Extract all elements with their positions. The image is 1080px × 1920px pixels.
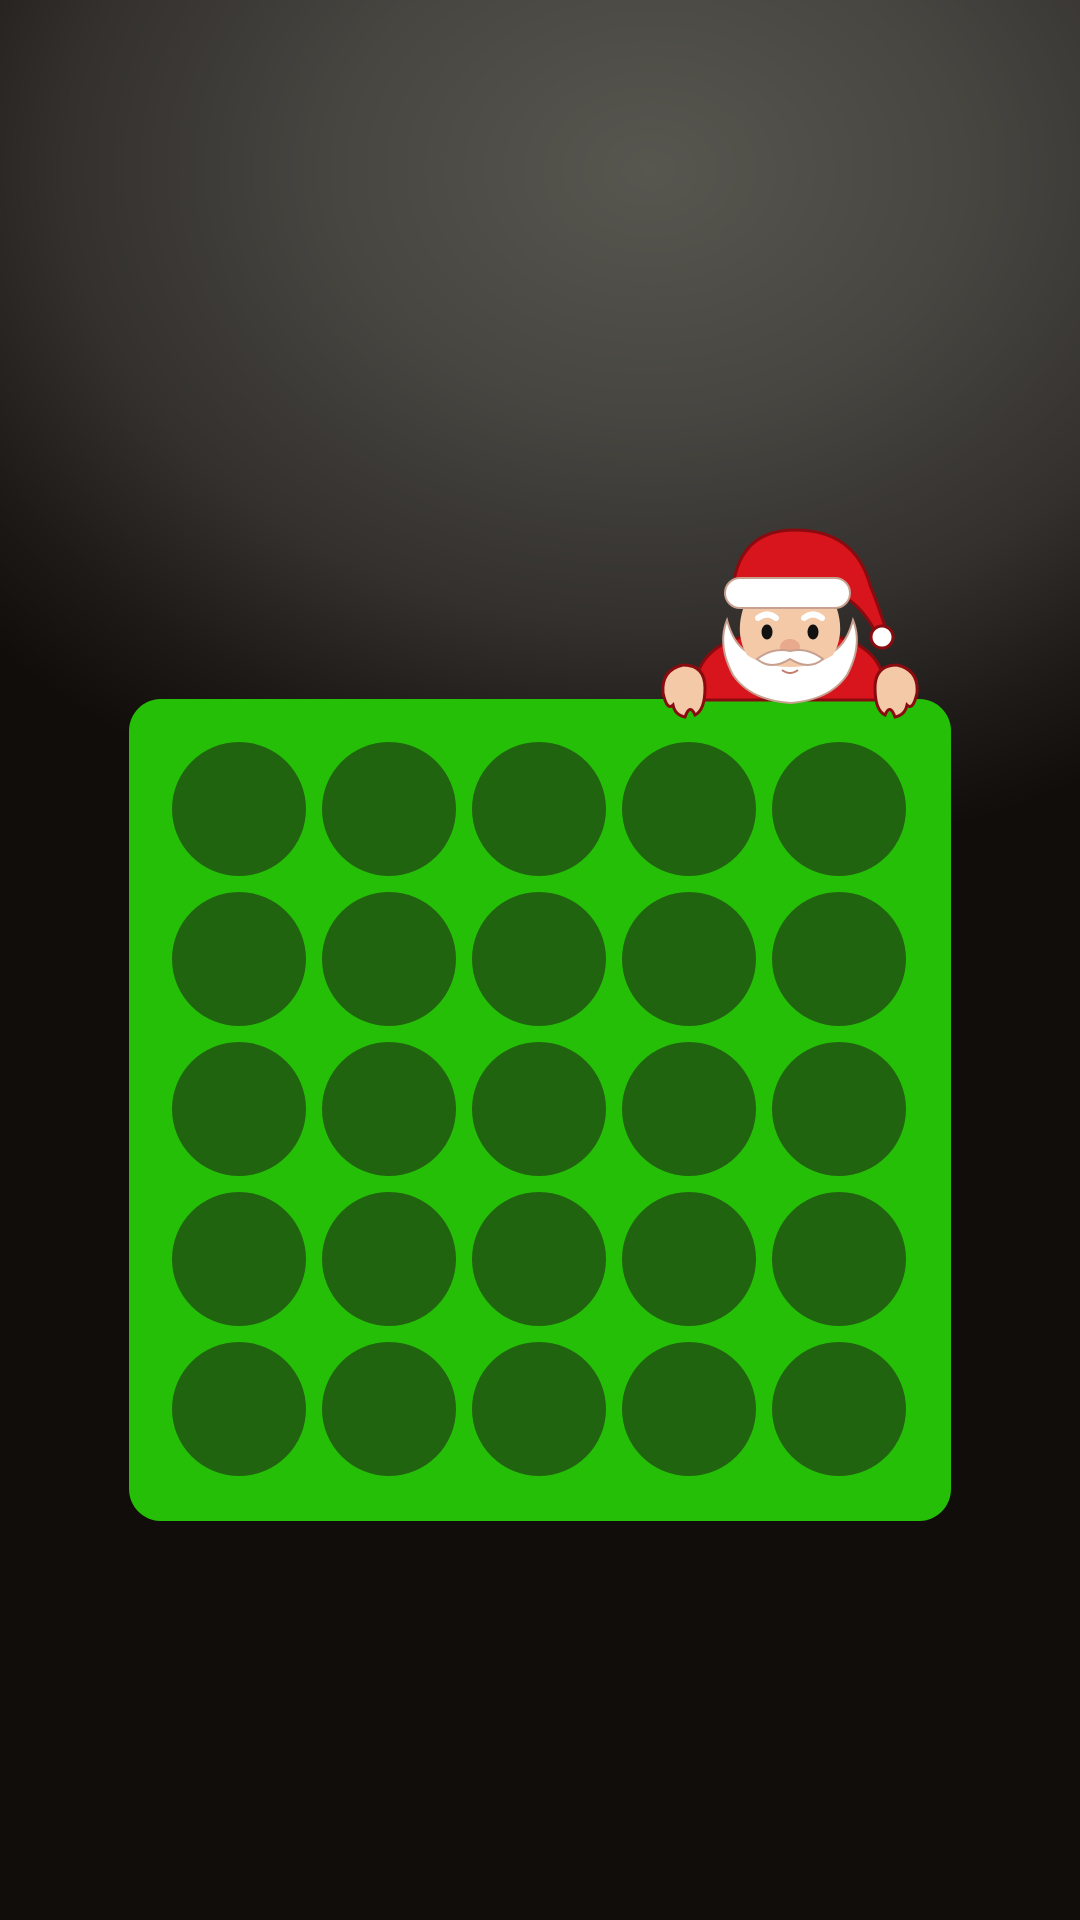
- board-slot-r5-c2[interactable]: [322, 1342, 456, 1476]
- board-slot-r1-c2[interactable]: [322, 742, 456, 876]
- board-slot-r5-c5[interactable]: [772, 1342, 906, 1476]
- board-slot-r4-c2[interactable]: [322, 1192, 456, 1326]
- board-slot-r3-c2[interactable]: [322, 1042, 456, 1176]
- board-slot-r1-c5[interactable]: [772, 742, 906, 876]
- board-slot-r4-c4[interactable]: [622, 1192, 756, 1326]
- game-board: [129, 699, 951, 1521]
- board-slot-r2-c1[interactable]: [172, 892, 306, 1026]
- board-slot-r4-c5[interactable]: [772, 1192, 906, 1326]
- board-slot-r2-c5[interactable]: [772, 892, 906, 1026]
- board-slot-r5-c1[interactable]: [172, 1342, 306, 1476]
- board-slot-r3-c3[interactable]: [472, 1042, 606, 1176]
- board-slot-r2-c3[interactable]: [472, 892, 606, 1026]
- santa-claus-icon: [661, 528, 919, 719]
- board-slot-r4-c3[interactable]: [472, 1192, 606, 1326]
- board-slot-r4-c1[interactable]: [172, 1192, 306, 1326]
- board-slot-r3-c1[interactable]: [172, 1042, 306, 1176]
- board-slot-r5-c3[interactable]: [472, 1342, 606, 1476]
- board-slot-r1-c1[interactable]: [172, 742, 306, 876]
- board-slot-r2-c4[interactable]: [622, 892, 756, 1026]
- board-slot-r1-c4[interactable]: [622, 742, 756, 876]
- board-slot-r5-c4[interactable]: [622, 1342, 756, 1476]
- board-slot-r3-c5[interactable]: [772, 1042, 906, 1176]
- board-slot-r2-c2[interactable]: [322, 892, 456, 1026]
- board-slot-r3-c4[interactable]: [622, 1042, 756, 1176]
- board-grid: [172, 742, 906, 1476]
- board-slot-r1-c3[interactable]: [472, 742, 606, 876]
- game-screen: [0, 0, 1080, 1920]
